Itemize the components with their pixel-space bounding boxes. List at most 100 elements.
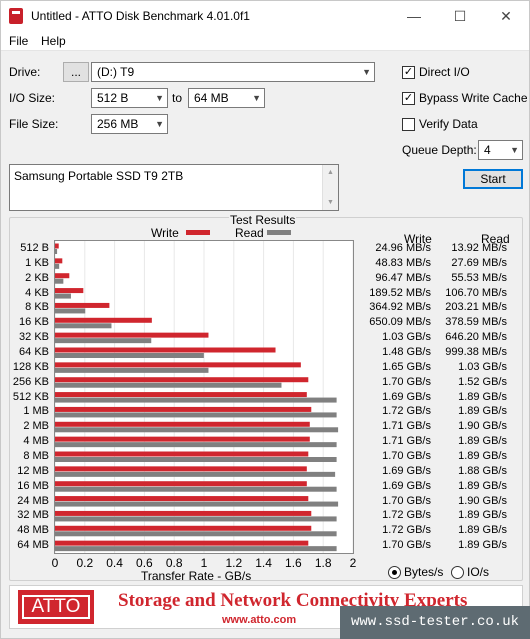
bytes-radio[interactable] bbox=[388, 566, 401, 579]
read-value-label: 1.88 GB/s bbox=[458, 464, 507, 477]
queue-depth-select[interactable]: 4 ▼ bbox=[478, 140, 523, 160]
read-bar bbox=[55, 397, 337, 403]
browse-button[interactable]: ... bbox=[63, 62, 89, 82]
write-bar bbox=[55, 481, 307, 487]
chart-plot-area bbox=[54, 240, 354, 554]
chevron-down-icon: ▼ bbox=[510, 145, 519, 155]
x-tick-label: 0.6 bbox=[136, 556, 153, 570]
chevron-down-icon: ▼ bbox=[155, 93, 164, 103]
read-bar bbox=[55, 412, 337, 418]
write-value-label: 1.03 GB/s bbox=[382, 331, 431, 344]
description-textarea[interactable]: Samsung Portable SSD T9 2TB ▲ ▼ bbox=[9, 164, 339, 211]
row-label: 4 KB bbox=[25, 286, 49, 299]
drive-select[interactable]: (D:) T9 ▼ bbox=[91, 62, 375, 82]
row-label: 1 KB bbox=[25, 256, 49, 269]
write-bar bbox=[55, 258, 63, 264]
read-value-label: 203.21 MB/s bbox=[445, 301, 507, 314]
write-bar bbox=[55, 288, 84, 294]
read-bar bbox=[55, 427, 339, 433]
direct-io-label: Direct I/O bbox=[419, 65, 470, 79]
write-value-label: 1.72 GB/s bbox=[382, 509, 431, 522]
file-size-label: File Size: bbox=[9, 117, 59, 131]
write-value-label: 1.48 GB/s bbox=[382, 346, 431, 358]
io-to-label: to bbox=[172, 91, 183, 105]
io-size-from-select[interactable]: 512 B ▼ bbox=[91, 88, 168, 108]
app-window: Untitled - ATTO Disk Benchmark 4.01.0f1 … bbox=[0, 0, 530, 639]
file-size-select[interactable]: 256 MB ▼ bbox=[91, 114, 168, 134]
row-label: 64 KB bbox=[19, 346, 49, 358]
maximize-button[interactable]: ☐ bbox=[437, 1, 483, 31]
write-value-label: 364.92 MB/s bbox=[369, 301, 431, 314]
drive-value: (D:) T9 bbox=[97, 65, 135, 79]
queue-depth-label: Queue Depth: bbox=[402, 143, 477, 157]
chevron-down-icon: ▼ bbox=[252, 93, 261, 103]
write-bar bbox=[55, 317, 152, 323]
bypass-write-cache-checkbox[interactable]: ✓ bbox=[402, 92, 415, 105]
menu-file[interactable]: File bbox=[9, 34, 28, 48]
menu-help[interactable]: Help bbox=[41, 34, 66, 48]
banner-url[interactable]: www.atto.com bbox=[222, 614, 296, 626]
row-label: 4 MB bbox=[23, 435, 49, 448]
io-size-to-select[interactable]: 64 MB ▼ bbox=[188, 88, 265, 108]
x-tick-label: 0.2 bbox=[76, 556, 94, 570]
row-label: 256 KB bbox=[12, 375, 49, 388]
write-value-label: 1.70 GB/s bbox=[382, 494, 431, 507]
row-label: 16 MB bbox=[17, 479, 49, 492]
write-value-label: 1.71 GB/s bbox=[382, 420, 431, 433]
write-value-label: 189.52 MB/s bbox=[369, 286, 431, 299]
verify-data-checkbox[interactable] bbox=[402, 118, 415, 131]
read-value-label: 1.89 GB/s bbox=[458, 405, 507, 418]
file-size-value: 256 MB bbox=[97, 117, 139, 131]
read-value-label: 999.38 MB/s bbox=[445, 346, 507, 358]
write-value-label: 1.69 GB/s bbox=[382, 479, 431, 492]
x-tick-label: 1.8 bbox=[314, 556, 332, 570]
write-value-label: 1.69 GB/s bbox=[382, 390, 431, 403]
window-title: Untitled - ATTO Disk Benchmark 4.01.0f1 bbox=[31, 9, 250, 23]
row-label: 128 KB bbox=[12, 360, 49, 373]
direct-io-checkbox[interactable]: ✓ bbox=[402, 66, 415, 79]
read-value-label: 1.89 GB/s bbox=[458, 435, 507, 448]
app-icon bbox=[9, 8, 23, 24]
write-value-label: 1.69 GB/s bbox=[382, 464, 431, 477]
write-value-label: 1.71 GB/s bbox=[382, 435, 431, 448]
scroll-down-icon[interactable]: ▼ bbox=[327, 199, 334, 206]
start-button[interactable]: Start bbox=[463, 169, 523, 189]
menu-bar: File Help bbox=[1, 31, 529, 51]
write-value-label: 1.65 GB/s bbox=[382, 360, 431, 373]
write-bar bbox=[55, 406, 312, 412]
x-tick-label: 1.2 bbox=[225, 556, 243, 570]
x-tick-label: 0.8 bbox=[165, 556, 183, 570]
write-bar bbox=[55, 347, 276, 353]
write-bar bbox=[55, 496, 309, 502]
row-label: 24 MB bbox=[17, 494, 49, 507]
read-value-label: 1.89 GB/s bbox=[458, 539, 507, 552]
read-bar bbox=[55, 471, 336, 477]
write-bar bbox=[55, 525, 312, 531]
read-value-label: 13.92 MB/s bbox=[451, 242, 507, 254]
x-tick-label: 2 bbox=[349, 556, 357, 570]
row-label: 8 MB bbox=[23, 450, 49, 462]
read-bar bbox=[55, 486, 337, 492]
close-button[interactable]: ✕ bbox=[483, 1, 529, 31]
write-value-label: 24.96 MB/s bbox=[375, 242, 431, 254]
read-value-label: 1.90 GB/s bbox=[458, 494, 507, 507]
io-size-from-value: 512 B bbox=[97, 91, 129, 105]
write-value-label: 96.47 MB/s bbox=[375, 271, 431, 284]
description-scrollbar[interactable]: ▲ ▼ bbox=[322, 165, 338, 210]
bytes-radio-label: Bytes/s bbox=[404, 565, 444, 579]
scroll-up-icon[interactable]: ▲ bbox=[327, 169, 334, 176]
io-size-label: I/O Size: bbox=[9, 91, 56, 105]
read-value-label: 27.69 MB/s bbox=[451, 256, 507, 269]
minimize-button[interactable]: — bbox=[391, 1, 437, 31]
write-bar bbox=[55, 392, 307, 398]
read-bar bbox=[55, 249, 58, 254]
io-radio[interactable] bbox=[451, 566, 464, 579]
write-value-label: 1.70 GB/s bbox=[382, 450, 431, 462]
io-radio-label: IO/s bbox=[467, 565, 490, 579]
write-bar bbox=[55, 362, 301, 368]
row-label: 32 MB bbox=[17, 509, 49, 522]
read-value-label: 1.89 GB/s bbox=[458, 524, 507, 537]
read-bar bbox=[55, 367, 209, 373]
write-value-label: 1.70 GB/s bbox=[382, 375, 431, 388]
read-bar bbox=[55, 501, 339, 507]
